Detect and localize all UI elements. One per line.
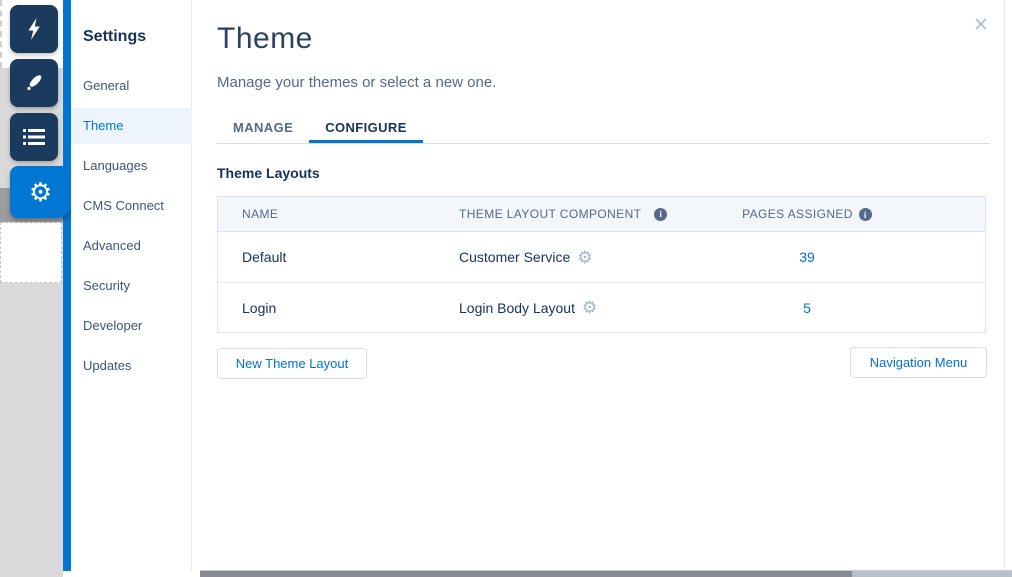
column-header-pages-label: PAGES ASSIGNED bbox=[742, 206, 853, 221]
layout-name: Default bbox=[242, 249, 287, 265]
brush-icon bbox=[23, 72, 45, 94]
tab-bar: MANAGE CONFIGURE bbox=[217, 112, 990, 144]
table-row-default: Default Customer Service ⚙ 39 bbox=[218, 232, 985, 282]
layout-name: Login bbox=[242, 299, 277, 316]
gear-icon: ⚙ bbox=[28, 177, 53, 207]
theme-settings-panel: ✕ Theme Manage your themes or select a n… bbox=[192, 0, 1005, 571]
components-button[interactable] bbox=[10, 5, 58, 53]
settings-sidebar: Settings General Theme Languages CMS Con… bbox=[71, 0, 192, 571]
column-header-pages: PAGES ASSIGNED i bbox=[701, 206, 913, 222]
canvas-dropzone-outline bbox=[0, 222, 62, 283]
layout-component: Login Body Layout bbox=[459, 299, 575, 316]
sidebar-item-updates[interactable]: Updates bbox=[71, 348, 192, 384]
sidebar-title: Settings bbox=[83, 28, 147, 45]
settings-button[interactable]: ⚙ bbox=[10, 166, 71, 218]
page-subtitle: Manage your themes or select a new one. bbox=[217, 74, 497, 91]
pages-button[interactable] bbox=[10, 113, 58, 161]
column-header-name-label: NAME bbox=[242, 207, 279, 221]
theme-layouts-table: NAME THEME LAYOUT COMPONENT i PAGES ASSIG… bbox=[217, 196, 986, 333]
settings-panel-accent-strip bbox=[63, 0, 71, 571]
list-icon bbox=[23, 128, 45, 146]
page-title: Theme bbox=[217, 22, 313, 55]
component-settings-gear-icon[interactable]: ⚙ bbox=[582, 299, 597, 316]
column-header-name: NAME bbox=[218, 207, 459, 221]
sidebar-item-advanced[interactable]: Advanced bbox=[71, 228, 192, 264]
tab-manage[interactable]: MANAGE bbox=[217, 112, 309, 143]
theme-button[interactable] bbox=[10, 59, 58, 107]
sidebar-item-cms-connect[interactable]: CMS Connect bbox=[71, 188, 192, 224]
pages-assigned-link[interactable]: 39 bbox=[799, 249, 815, 265]
navigation-menu-button[interactable]: Navigation Menu bbox=[850, 347, 987, 378]
column-header-component-label: THEME LAYOUT COMPONENT bbox=[459, 207, 642, 221]
column-header-component: THEME LAYOUT COMPONENT i bbox=[459, 207, 701, 221]
sidebar-item-languages[interactable]: Languages bbox=[71, 148, 192, 184]
sidebar-item-developer[interactable]: Developer bbox=[71, 308, 192, 344]
horizontal-scrollbar-thumb[interactable] bbox=[200, 571, 852, 577]
table-row-login: Login Login Body Layout ⚙ 5 bbox=[218, 282, 985, 332]
pages-assigned-link[interactable]: 5 bbox=[803, 300, 811, 316]
horizontal-scrollbar-track[interactable] bbox=[852, 571, 1012, 577]
info-icon[interactable]: i bbox=[858, 208, 872, 222]
new-theme-layout-button[interactable]: New Theme Layout bbox=[217, 348, 367, 379]
table-header-row: NAME THEME LAYOUT COMPONENT i PAGES ASSIG… bbox=[218, 197, 985, 232]
info-icon[interactable]: i bbox=[654, 207, 668, 221]
lightning-icon bbox=[24, 17, 44, 41]
sidebar-item-general[interactable]: General bbox=[71, 68, 192, 104]
section-title-theme-layouts: Theme Layouts bbox=[217, 165, 320, 181]
component-settings-gear-icon[interactable]: ⚙ bbox=[577, 249, 592, 266]
close-icon[interactable]: ✕ bbox=[973, 14, 989, 37]
sidebar-item-theme[interactable]: Theme bbox=[71, 108, 192, 144]
layout-component: Customer Service bbox=[459, 249, 571, 265]
sidebar-item-security[interactable]: Security bbox=[71, 268, 192, 304]
tab-configure[interactable]: CONFIGURE bbox=[309, 112, 423, 143]
